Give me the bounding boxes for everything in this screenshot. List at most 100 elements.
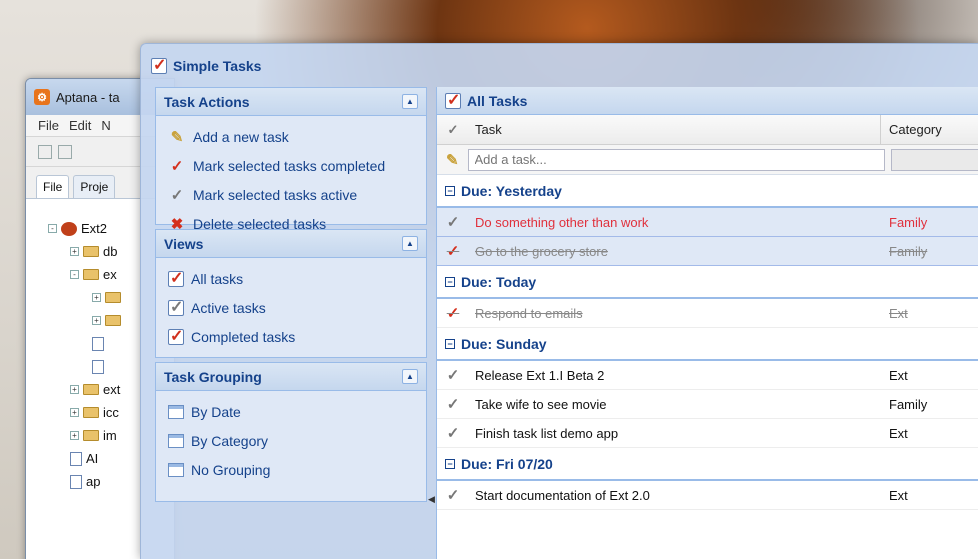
category-cell: Ext — [889, 367, 908, 383]
view-all-tasks[interactable]: All tasks — [168, 264, 414, 293]
collapse-task-actions-button[interactable]: ▲ — [402, 94, 418, 109]
window-titlebar[interactable]: Simple Tasks — [141, 44, 978, 88]
group-by-date-label: By Date — [191, 403, 241, 420]
active-clock-icon[interactable]: ✓ — [437, 366, 469, 384]
menu-file[interactable]: File — [38, 118, 59, 133]
table-row[interactable]: ✓ Go to the grocery store Family — [437, 237, 978, 266]
tree-item-label: icc — [103, 405, 119, 420]
collapse-views-button[interactable]: ▲ — [402, 236, 418, 251]
views-header[interactable]: Views ▲ — [156, 230, 426, 258]
new-file-icon[interactable] — [38, 144, 52, 159]
category-cell: Family — [889, 243, 928, 259]
collapse-group-icon[interactable]: − — [445, 276, 455, 287]
tree-item-label: AI — [86, 451, 99, 466]
active-clock-icon[interactable]: ✓ — [437, 395, 469, 413]
group-header[interactable]: − Due: Fri 07/20 — [437, 448, 978, 481]
completed-check-icon[interactable]: ✓ — [437, 242, 469, 260]
group-by-category[interactable]: By Category — [168, 426, 414, 455]
column-category-header[interactable]: Category — [881, 122, 942, 137]
expand-icon[interactable]: + — [70, 247, 79, 256]
simple-tasks-window: Simple Tasks Task Actions ▲ ✎ Add a new … — [140, 43, 978, 559]
task-cell: Respond to emails — [475, 305, 583, 321]
tab-file[interactable]: File — [36, 175, 70, 198]
expand-icon[interactable]: + — [92, 293, 101, 302]
add-task-input[interactable] — [467, 148, 886, 171]
view-active-tasks-label: Active tasks — [191, 299, 266, 316]
group-by-date[interactable]: By Date — [168, 397, 414, 426]
active-clock-icon[interactable]: ✓ — [437, 486, 469, 504]
collapse-icon[interactable]: - — [48, 224, 57, 233]
category-cell: Ext — [889, 425, 908, 441]
collapse-group-icon[interactable]: − — [445, 338, 455, 349]
collapse-grouping-button[interactable]: ▲ — [402, 369, 418, 384]
tree-item-label: ext — [103, 382, 121, 397]
mark-completed-action[interactable]: ✓ Mark selected tasks completed — [168, 151, 414, 180]
task-grouping-title: Task Grouping — [164, 368, 262, 385]
task-actions-panel: Task Actions ▲ ✎ Add a new task ✓ Mark s… — [155, 87, 427, 233]
collapse-group-icon[interactable]: − — [445, 458, 455, 469]
group-header[interactable]: − Due: Yesterday — [437, 175, 978, 208]
group-title: Due: Fri 07/20 — [461, 455, 553, 472]
table-row[interactable]: ✓ Do something other than work Family — [437, 208, 978, 237]
task-grouping-header[interactable]: Task Grouping ▲ — [156, 363, 426, 391]
add-task-category-field[interactable] — [891, 148, 978, 171]
task-cell: Release Ext 1.I Beta 2 — [475, 367, 605, 383]
menu-edit[interactable]: Edit — [69, 118, 91, 133]
expand-icon[interactable]: + — [70, 431, 79, 440]
tree-item-label: db — [103, 244, 118, 259]
mark-active-action[interactable]: ✓ Mark selected tasks active — [168, 180, 414, 209]
active-clock-icon[interactable]: ✓ — [437, 213, 469, 231]
task-cell: Take wife to see movie — [475, 396, 607, 412]
group-header[interactable]: − Due: Sunday — [437, 328, 978, 361]
delete-x-icon: ✖ — [170, 215, 184, 233]
add-new-task-label: Add a new task — [193, 128, 289, 145]
table-row[interactable]: ✓ Finish task list demo app Ext — [437, 419, 978, 448]
completed-check-icon[interactable]: ✓ — [437, 304, 469, 322]
table-row[interactable]: ✓ Start documentation of Ext 2.0 Ext — [437, 481, 978, 510]
group-title: Due: Today — [461, 273, 537, 290]
expand-icon[interactable]: + — [70, 385, 79, 394]
window-title: Simple Tasks — [173, 58, 262, 74]
completed-tasks-icon — [168, 326, 184, 346]
task-cell: Start documentation of Ext 2.0 — [475, 487, 650, 503]
expand-icon[interactable]: + — [70, 408, 79, 417]
add-task-row-icon: ✎ — [445, 151, 459, 169]
all-tasks-title-icon — [445, 90, 461, 110]
folder-icon — [83, 269, 99, 280]
group-header[interactable]: − Due: Today — [437, 266, 978, 299]
tab-project[interactable]: Proje — [73, 175, 116, 198]
mark-active-label: Mark selected tasks active — [193, 186, 358, 203]
menu-navigate[interactable]: N — [101, 118, 110, 133]
by-date-icon — [168, 404, 184, 419]
column-check-header[interactable]: ✓ — [437, 122, 469, 138]
active-clock-icon[interactable]: ✓ — [437, 424, 469, 442]
group-title: Due: Sunday — [461, 335, 547, 352]
grid-column-header: ✓ Task Category — [437, 115, 978, 145]
tree-item-label: Ext2 — [81, 221, 108, 236]
no-grouping[interactable]: No Grouping — [168, 455, 414, 484]
table-row[interactable]: ✓ Release Ext 1.I Beta 2 Ext — [437, 361, 978, 390]
checkmark-icon: ✓ — [170, 157, 184, 175]
save-icon[interactable] — [58, 144, 72, 159]
folder-icon — [105, 292, 121, 303]
file-icon — [92, 359, 104, 374]
category-cell: Family — [889, 214, 928, 230]
collapse-group-icon[interactable]: − — [445, 185, 455, 196]
collapse-icon[interactable]: - — [70, 270, 79, 279]
expand-icon[interactable]: + — [92, 316, 101, 325]
folder-icon — [83, 430, 99, 441]
table-row[interactable]: ✓ Respond to emails Ext — [437, 299, 978, 328]
grid-titlebar: All Tasks — [437, 87, 978, 115]
column-task-header[interactable]: Task — [469, 115, 881, 144]
delete-tasks-label: Delete selected tasks — [193, 215, 327, 232]
no-grouping-icon — [168, 462, 184, 477]
add-new-task-action[interactable]: ✎ Add a new task — [168, 122, 414, 151]
table-row[interactable]: ✓ Take wife to see movie Family — [437, 390, 978, 419]
task-actions-header[interactable]: Task Actions ▲ — [156, 88, 426, 116]
collapse-splitter-icon[interactable]: ◀ — [428, 494, 435, 508]
view-active-tasks[interactable]: Active tasks — [168, 293, 414, 322]
aptana-app-icon: ⚙ — [34, 89, 50, 105]
views-panel: Views ▲ All tasks Active tasks Completed… — [155, 229, 427, 358]
view-completed-tasks[interactable]: Completed tasks — [168, 322, 414, 351]
view-all-tasks-label: All tasks — [191, 270, 244, 287]
